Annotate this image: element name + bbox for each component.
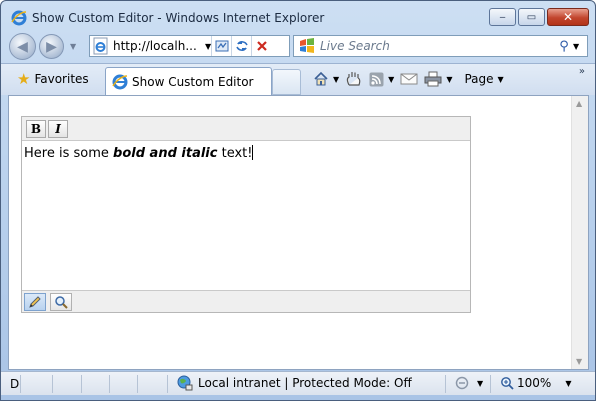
read-mail-button[interactable] bbox=[400, 72, 418, 86]
address-row: ◀ ▶ ▼ http://localh... ▼ Live Search ⚲ ▼ bbox=[1, 31, 595, 63]
search-box[interactable]: Live Search ⚲ ▼ bbox=[293, 35, 588, 57]
feeds-dropdown-icon[interactable]: ▼ bbox=[388, 75, 394, 84]
status-text: Done bbox=[10, 377, 20, 391]
close-button[interactable]: ✕ bbox=[547, 8, 589, 26]
security-zone[interactable]: Local intranet | Protected Mode: Off bbox=[177, 375, 412, 391]
status-divider bbox=[109, 375, 110, 393]
maximize-button[interactable]: ▭ bbox=[518, 8, 545, 26]
live-search-logo-icon bbox=[300, 38, 314, 53]
protected-mode-dropdown-icon: ▼ bbox=[477, 378, 484, 388]
status-divider bbox=[137, 375, 138, 393]
tab-row: ★ Favorites Show Custom Editor ▼ ▼ ▼ Pag… bbox=[1, 63, 595, 96]
refresh-icon bbox=[235, 41, 248, 51]
title-bar: Show Custom Editor - Windows Internet Ex… bbox=[1, 1, 595, 31]
hand-icon bbox=[347, 72, 361, 86]
tab-label: Show Custom Editor bbox=[132, 75, 254, 89]
editor-text-tail: text! bbox=[217, 146, 253, 161]
back-button[interactable]: ◀ bbox=[9, 33, 36, 60]
window-title: Show Custom Editor - Windows Internet Ex… bbox=[32, 11, 325, 25]
design-mode-button[interactable] bbox=[24, 293, 46, 311]
new-tab-button[interactable] bbox=[272, 69, 301, 95]
page-content: B I Here is some bold and italic text! ▲… bbox=[8, 95, 589, 370]
zoom-button[interactable]: 100% ▼ bbox=[500, 376, 571, 390]
status-divider bbox=[167, 375, 168, 393]
window-controls: ‒ ▭ ✕ bbox=[487, 8, 589, 26]
preview-mode-button[interactable] bbox=[50, 293, 72, 311]
print-dropdown-icon[interactable]: ▼ bbox=[446, 75, 452, 84]
zoom-level: 100% bbox=[517, 376, 552, 390]
page-dropdown-icon: ▼ bbox=[497, 74, 504, 84]
compatibility-button[interactable] bbox=[211, 36, 231, 56]
vertical-scrollbar[interactable]: ▲ ▼ bbox=[571, 96, 588, 369]
text-caret bbox=[252, 145, 254, 160]
security-zone-label: Local intranet | Protected Mode: Off bbox=[198, 376, 412, 390]
pencil-icon bbox=[29, 296, 41, 308]
page-menu-button[interactable]: Page ▼ bbox=[464, 72, 503, 86]
url-text[interactable]: http://localh... bbox=[113, 39, 203, 53]
protected-mode-button[interactable]: ▼ bbox=[453, 376, 483, 390]
page-menu-label: Page bbox=[464, 72, 494, 86]
favorites-button[interactable]: ★ Favorites bbox=[11, 67, 95, 91]
status-divider bbox=[81, 375, 82, 393]
feeds-button[interactable]: ▼ bbox=[369, 72, 394, 87]
tab-show-custom-editor[interactable]: Show Custom Editor bbox=[105, 67, 272, 96]
mail-icon bbox=[400, 73, 418, 85]
ie-logo-icon bbox=[11, 10, 27, 26]
status-divider bbox=[490, 375, 491, 393]
protected-mode-icon bbox=[455, 376, 469, 390]
tab-ie-icon bbox=[112, 74, 128, 90]
scroll-down-arrow-icon[interactable]: ▼ bbox=[576, 357, 582, 366]
favorites-label: Favorites bbox=[34, 72, 89, 86]
status-divider bbox=[20, 375, 21, 393]
research-button[interactable] bbox=[345, 71, 363, 87]
magnifier-preview-icon bbox=[55, 296, 68, 309]
custom-editor: B I Here is some bold and italic text! bbox=[21, 116, 471, 313]
favorites-star-icon: ★ bbox=[17, 70, 31, 88]
status-divider bbox=[52, 375, 53, 393]
editor-toolbar: B I bbox=[22, 117, 470, 141]
scroll-up-arrow-icon[interactable]: ▲ bbox=[576, 99, 582, 108]
zoom-dropdown-icon: ▼ bbox=[565, 378, 572, 388]
back-arrow-icon: ◀ bbox=[17, 38, 28, 55]
compatibility-icon bbox=[215, 40, 229, 52]
editor-text-area[interactable]: Here is some bold and italic text! bbox=[24, 145, 254, 161]
home-icon bbox=[314, 71, 328, 86]
printer-icon bbox=[424, 71, 442, 87]
status-bar: Done Local intranet | Protected Mode: Of… bbox=[1, 371, 595, 395]
rss-feed-icon bbox=[369, 72, 384, 86]
stop-button[interactable] bbox=[251, 36, 271, 56]
magnifier-icon: ⚲ bbox=[559, 38, 569, 54]
history-dropdown-icon[interactable]: ▼ bbox=[70, 42, 76, 51]
bold-button[interactable]: B bbox=[26, 120, 46, 138]
editor-footer bbox=[22, 290, 470, 312]
home-button[interactable]: ▼ bbox=[313, 71, 339, 87]
minimize-button[interactable]: ‒ bbox=[489, 8, 516, 26]
search-placeholder[interactable]: Live Search bbox=[320, 39, 555, 53]
status-divider bbox=[445, 375, 446, 393]
search-button[interactable]: ⚲ bbox=[555, 39, 573, 54]
zoom-icon bbox=[501, 377, 514, 390]
more-commands-chevron-icon[interactable]: » bbox=[579, 66, 585, 77]
browser-window: Show Custom Editor - Windows Internet Ex… bbox=[0, 0, 596, 401]
stop-icon bbox=[256, 41, 267, 51]
refresh-button[interactable] bbox=[231, 36, 251, 56]
search-dropdown-icon[interactable]: ▼ bbox=[573, 42, 587, 51]
page-ie-icon bbox=[93, 37, 108, 55]
intranet-globe-icon bbox=[177, 375, 193, 391]
editor-text-bold-italic: bold and italic bbox=[113, 146, 218, 161]
editor-text-plain: Here is some bbox=[24, 146, 114, 161]
home-dropdown-icon[interactable]: ▼ bbox=[333, 75, 339, 84]
address-bar[interactable]: http://localh... ▼ bbox=[89, 35, 290, 57]
command-bar: ▼ ▼ ▼ Page ▼ bbox=[313, 67, 510, 91]
forward-arrow-icon: ▶ bbox=[46, 38, 57, 55]
print-button[interactable]: ▼ bbox=[424, 71, 452, 87]
forward-button[interactable]: ▶ bbox=[39, 34, 64, 59]
italic-button[interactable]: I bbox=[48, 120, 68, 138]
